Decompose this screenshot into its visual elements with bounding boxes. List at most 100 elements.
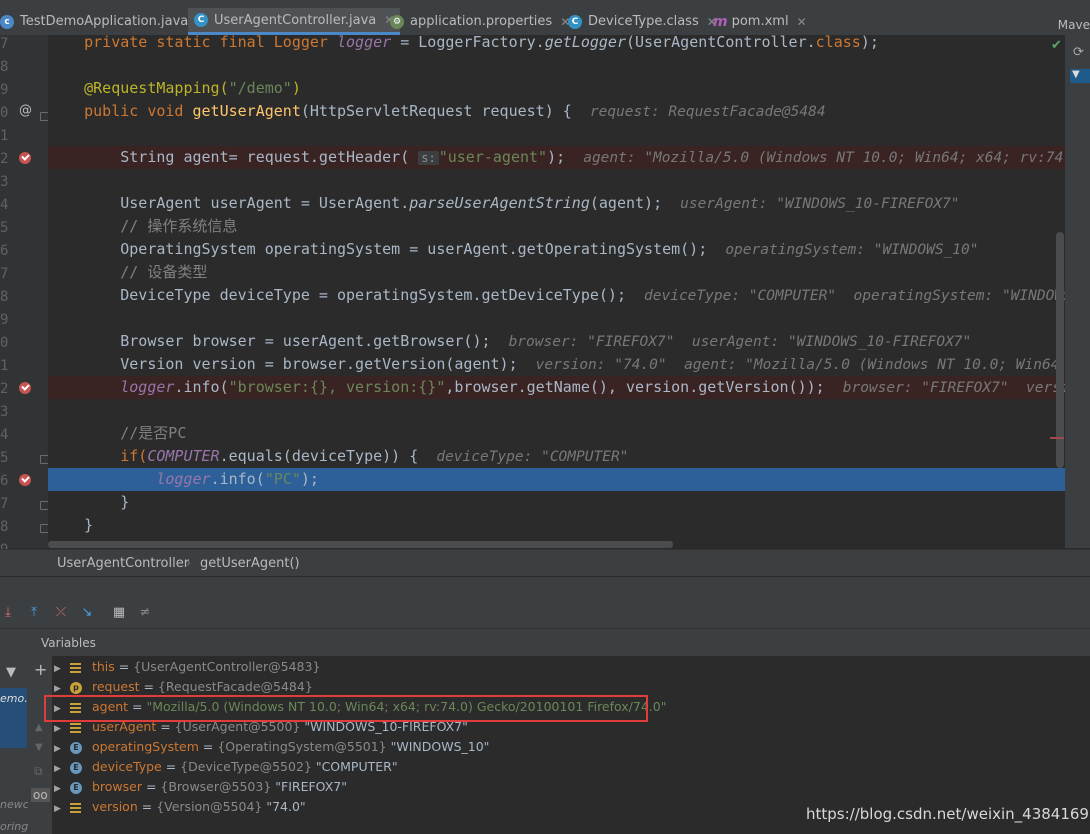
code-line: Version version = browser.getVersion(age…: [48, 355, 1060, 373]
close-icon[interactable]: ✕: [797, 15, 807, 29]
expand-arrow-icon[interactable]: ▶: [54, 799, 66, 819]
breadcrumb-class[interactable]: UserAgentController: [57, 556, 189, 571]
tab-devicetype-class[interactable]: C DeviceType.class ✕: [568, 8, 717, 35]
breadcrumb-separator-icon: ›: [186, 556, 192, 571]
variable-row[interactable]: ▶ this = {UserAgentController@5483}: [54, 657, 320, 677]
inspection-ok-icon[interactable]: ✔: [1051, 38, 1062, 53]
breakpoint-icon[interactable]: [19, 474, 31, 486]
variable-equals: =: [114, 659, 134, 674]
line-number: 7: [0, 496, 9, 512]
step-out-icon[interactable]: ⤒: [26, 605, 42, 621]
variable-type: {Browser@5503}: [160, 779, 272, 794]
tree-expand-icon[interactable]: ▼: [1072, 69, 1080, 80]
variable-row[interactable]: ▶ E operatingSystem = {OperatingSystem@5…: [54, 737, 489, 757]
run-to-cursor-icon[interactable]: ↘: [79, 605, 95, 621]
variables-header: Variables: [28, 629, 1090, 656]
expand-arrow-icon[interactable]: ▶: [54, 739, 66, 759]
java-class-icon: c: [0, 14, 14, 29]
breakpoint-icon[interactable]: [19, 152, 31, 164]
override-at-icon[interactable]: @: [19, 103, 32, 118]
maven-m-icon: m: [713, 13, 728, 30]
field-icon: [70, 662, 82, 674]
class-c-icon: C: [194, 13, 208, 27]
code-comment: // 操作系统信息: [48, 217, 238, 235]
line-number: 9: [0, 312, 9, 328]
show-watches-icon[interactable]: oo: [31, 788, 50, 802]
expand-arrow-icon[interactable]: ▶: [54, 779, 66, 799]
variable-row[interactable]: ▶ version = {Version@5504} "74.0": [54, 797, 306, 817]
horizontal-scrollbar[interactable]: [48, 541, 673, 548]
line-number: 5: [0, 450, 9, 466]
line-number: 7: [0, 266, 9, 282]
line-number: 9: [0, 82, 9, 98]
variable-equals: =: [141, 779, 161, 794]
code-editor[interactable]: private static final Logger logger = Log…: [48, 35, 1065, 548]
variable-row[interactable]: ▶ p request = {RequestFacade@5484}: [54, 677, 313, 697]
code-line: OperatingSystem operatingSystem = userAg…: [48, 240, 979, 258]
expand-arrow-icon[interactable]: ▶: [54, 659, 66, 679]
line-number: 7: [0, 36, 9, 52]
variable-type: {Version@5504}: [156, 799, 263, 814]
variable-equals: =: [139, 679, 158, 694]
variable-value: "COMPUTER": [311, 759, 398, 774]
tab-label: UserAgentController.java: [214, 12, 377, 28]
tab-pom-xml[interactable]: m pom.xml ✕: [713, 8, 807, 35]
refresh-icon[interactable]: ⟳: [1073, 45, 1084, 60]
error-stripe-mark[interactable]: [1050, 437, 1064, 439]
variable-equals: =: [137, 799, 157, 814]
tab-application-properties[interactable]: ⚙ application.properties ✕: [390, 8, 570, 35]
frame-item-selected[interactable]: emo.c: [0, 688, 34, 748]
enum-icon: E: [69, 741, 82, 754]
step-into-icon[interactable]: ⤓: [0, 605, 16, 621]
variable-type: {DeviceType@5502}: [180, 759, 312, 774]
vertical-scrollbar[interactable]: [1056, 232, 1064, 468]
variable-value: "FIREFOX7": [271, 779, 347, 794]
variable-row[interactable]: ▶ E deviceType = {DeviceType@5502} "COMP…: [54, 757, 398, 777]
filter-icon[interactable]: ▼: [6, 665, 16, 680]
maven-panel-label[interactable]: Mave: [1058, 18, 1090, 32]
expand-arrow-icon[interactable]: ▶: [54, 719, 66, 739]
tab-useragentcontroller[interactable]: C UserAgentController.java ✕: [188, 8, 401, 35]
variable-name: this: [91, 659, 115, 674]
breadcrumb-method[interactable]: getUserAgent(): [200, 556, 300, 571]
field-icon: [70, 802, 82, 814]
move-down-icon[interactable]: ▼: [35, 742, 43, 753]
line-number: 0: [0, 335, 9, 351]
trace-current-stream-icon[interactable]: ≠: [137, 605, 153, 621]
add-watch-icon[interactable]: +: [34, 660, 47, 679]
evaluate-expression-icon[interactable]: ▦: [111, 605, 127, 621]
line-number: 8: [0, 289, 9, 305]
variable-name: deviceType: [91, 759, 162, 774]
debug-toolbar: ⤓ ⤒ ⤫ ↘ ▦ ≠: [0, 600, 1090, 629]
tab-label: pom.xml: [731, 14, 789, 29]
code-line: public void getUserAgent(HttpServletRequ…: [48, 102, 826, 120]
editor-tab-bar: c TestDemoApplication.java ✕ C UserAgent…: [0, 0, 1090, 36]
code-line: UserAgent userAgent = UserAgent.parseUse…: [48, 194, 960, 212]
variable-value: "74.0": [262, 799, 306, 814]
variable-row[interactable]: ▶ E browser = {Browser@5503} "FIREFOX7": [54, 777, 347, 797]
variable-name: operatingSystem: [91, 739, 199, 754]
move-up-icon[interactable]: ▲: [35, 722, 43, 733]
editor-gutter: 7 8 9 0 1 2 3 4 5 6 7 8 9 0 1 2 3 4 5 6 …: [0, 35, 49, 558]
line-number: 4: [0, 197, 9, 213]
right-tool-strip: ⟳ ▼: [1065, 35, 1090, 548]
line-number: 1: [0, 128, 9, 144]
line-number: 8: [0, 59, 9, 75]
code-line-current-execution: logger.info("PC");: [48, 468, 1065, 491]
tab-testdemoapplication[interactable]: c TestDemoApplication.java ✕: [0, 8, 206, 35]
code-line: DeviceType deviceType = operatingSystem.…: [48, 286, 1065, 304]
enum-class-icon: C: [568, 14, 582, 29]
properties-icon: ⚙: [390, 14, 404, 29]
variable-name: version: [91, 799, 138, 814]
line-number: 4: [0, 427, 9, 443]
variables-toolbar: + ▲ ▼ ⧉ oo: [28, 656, 52, 834]
variable-equals: =: [198, 739, 218, 754]
expand-arrow-icon[interactable]: ▶: [54, 759, 66, 779]
code-line: }: [48, 516, 94, 534]
breakpoint-icon[interactable]: [19, 382, 31, 394]
parameter-icon: p: [69, 681, 82, 694]
drop-frame-icon[interactable]: ⤫: [53, 605, 69, 621]
annotation-highlight-box: [44, 695, 648, 722]
copy-icon[interactable]: ⧉: [34, 764, 43, 779]
variable-type: {RequestFacade@5484}: [157, 679, 313, 694]
